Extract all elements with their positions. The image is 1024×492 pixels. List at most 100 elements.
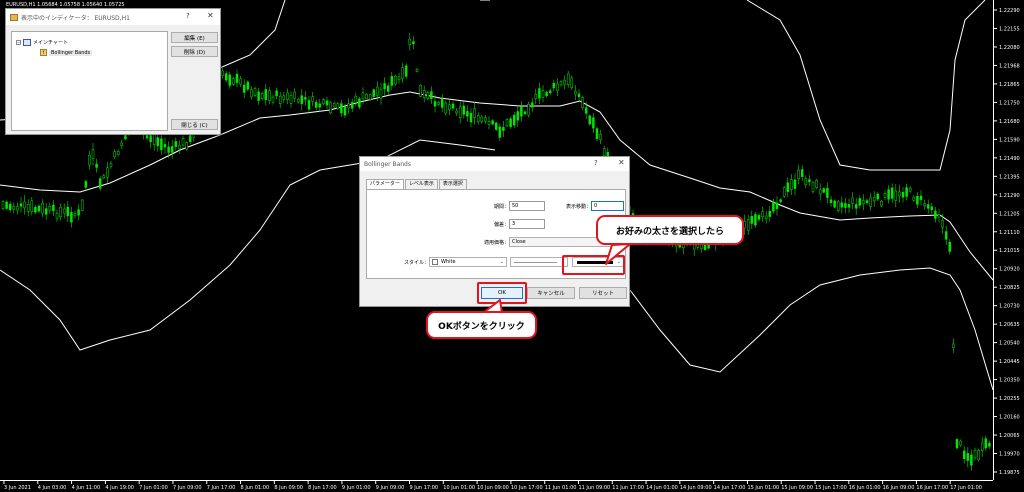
- candle-body: [174, 141, 178, 147]
- tree-item-main-chart[interactable]: − メインチャート: [16, 38, 68, 47]
- indicator-window-titlebar[interactable]: 表示中のインディケータ： EURUSD,H1 ? ✕: [6, 9, 220, 25]
- candle-body: [84, 181, 88, 188]
- candle-body: [365, 93, 368, 99]
- close-button[interactable]: 閉じる (C): [171, 119, 218, 130]
- candle-body: [163, 144, 167, 148]
- candle-body: [228, 74, 232, 86]
- cancel-button[interactable]: キャンセル: [527, 287, 575, 299]
- price-label: 1.20920: [999, 267, 1020, 273]
- candle-body: [509, 118, 512, 127]
- line-style-select[interactable]: ⌄: [510, 257, 568, 267]
- date-label: 15 Jun 01:00: [747, 485, 779, 491]
- candle-body: [73, 213, 77, 217]
- date-label: 11 Jun 09:00: [578, 485, 610, 491]
- date-label: 14 Jun 17:00: [714, 485, 746, 491]
- candle-body: [408, 38, 412, 45]
- candle-body: [502, 127, 505, 131]
- candle-body: [95, 163, 98, 168]
- shift-input[interactable]: 0: [591, 201, 624, 211]
- help-icon[interactable]: ?: [594, 159, 598, 167]
- candle-body: [109, 163, 113, 167]
- candle-body: [48, 205, 52, 211]
- date-label: 8 Jun 09:00: [274, 485, 303, 491]
- candle-body: [257, 91, 260, 101]
- date-label: 7 Jun 17:00: [207, 485, 236, 491]
- candle-body: [383, 83, 386, 90]
- candle-body: [970, 454, 973, 466]
- candle-body: [559, 81, 563, 86]
- tree-item-bollinger[interactable]: f Bollinger Bands: [40, 48, 93, 57]
- candle-body: [869, 197, 872, 207]
- candle-body: [476, 115, 480, 122]
- price-label: 1.21865: [999, 82, 1020, 88]
- candle-body: [350, 102, 354, 109]
- candle-body: [916, 196, 919, 205]
- candle-body: [581, 97, 584, 109]
- close-icon[interactable]: ✕: [618, 158, 625, 167]
- candle-body: [221, 70, 224, 76]
- candle-body: [901, 192, 905, 198]
- candle-body: [394, 76, 397, 85]
- price-label: 1.21590: [999, 137, 1020, 143]
- candle-body: [764, 215, 768, 219]
- price-label: 1.20255: [999, 396, 1020, 402]
- candle-body: [815, 180, 818, 188]
- delete-button[interactable]: 削除 (D): [171, 46, 218, 57]
- candle-body: [484, 117, 487, 122]
- candle-body: [390, 76, 394, 86]
- candle-body: [246, 81, 250, 90]
- candle-body: [494, 122, 498, 130]
- candle-body: [818, 189, 822, 195]
- candle-body: [811, 182, 815, 193]
- candle-body: [296, 98, 300, 103]
- candle-body: [988, 442, 991, 447]
- candle-body: [570, 77, 574, 89]
- price-label: 1.20160: [999, 415, 1020, 421]
- date-label: 10 Jun 09:00: [477, 485, 509, 491]
- deviation-input[interactable]: 3: [509, 219, 545, 229]
- bb-dialog-titlebar[interactable]: Bollinger Bands ? ✕: [360, 157, 629, 171]
- candle-body: [833, 200, 836, 208]
- candle-body: [822, 188, 826, 193]
- candle-body: [397, 76, 401, 80]
- candle-body: [120, 142, 124, 147]
- candle-body: [307, 100, 311, 110]
- candle-body: [588, 115, 592, 125]
- candle-body: [955, 439, 959, 449]
- candle-body: [275, 90, 278, 97]
- period-input[interactable]: 50: [509, 201, 545, 211]
- apply-to-label: 適用価格：: [483, 240, 509, 246]
- collapse-icon[interactable]: −: [16, 40, 21, 45]
- candle-body: [415, 68, 419, 72]
- candle-body: [523, 111, 527, 115]
- reset-button[interactable]: リセット: [579, 287, 627, 299]
- candle-body: [376, 86, 379, 96]
- candle-body: [361, 92, 365, 100]
- candle-body: [527, 103, 530, 116]
- close-icon[interactable]: ✕: [207, 11, 214, 20]
- candle-body: [545, 92, 548, 97]
- color-select[interactable]: White ⌄: [429, 257, 507, 267]
- candle-body: [898, 191, 901, 197]
- candle-body: [340, 103, 343, 114]
- candle-body: [282, 95, 286, 100]
- candle-body: [840, 202, 844, 208]
- candle-body: [448, 104, 451, 110]
- price-label: 1.20350: [999, 378, 1020, 384]
- help-icon[interactable]: ?: [186, 12, 190, 20]
- candle-body: [797, 169, 800, 180]
- candle-body: [890, 187, 894, 199]
- edit-button[interactable]: 編集 (E): [171, 32, 218, 43]
- candle-body: [905, 187, 908, 197]
- candle-body: [322, 99, 325, 105]
- candle-body: [372, 89, 376, 97]
- candle-body: [538, 88, 541, 99]
- tab-levels[interactable]: レベル表示: [404, 179, 438, 189]
- date-label: 8 Jun 01:00: [241, 485, 270, 491]
- candle-body: [253, 88, 257, 96]
- candle-body: [232, 78, 235, 85]
- candle-body: [314, 101, 318, 108]
- candle-body: [26, 204, 30, 212]
- tab-visualization[interactable]: 表示選択: [438, 179, 467, 189]
- candle-body: [948, 242, 952, 252]
